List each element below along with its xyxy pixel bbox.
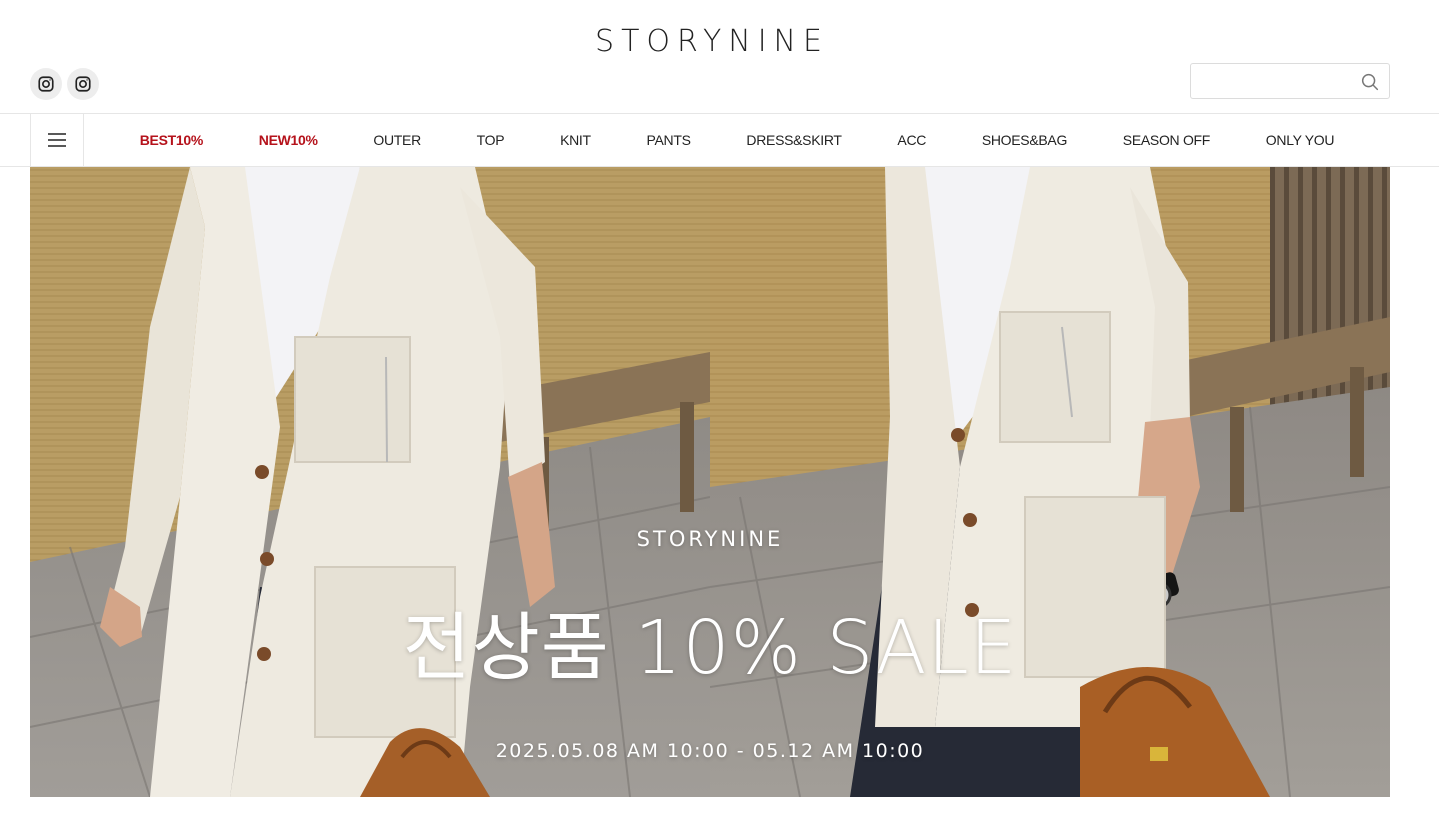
instagram-icon xyxy=(38,76,54,92)
menu-button[interactable] xyxy=(30,114,84,166)
banner-photo-right xyxy=(710,167,1390,797)
social-links xyxy=(30,68,99,100)
instagram-icon xyxy=(75,76,91,92)
nav-item-season-off[interactable]: SEASON OFF xyxy=(1123,132,1211,148)
site-header: STORYNINE xyxy=(0,0,1439,113)
hamburger-menu-icon xyxy=(48,133,66,147)
nav-item-pants[interactable]: PANTS xyxy=(647,132,691,148)
site-logo[interactable]: STORYNINE xyxy=(0,24,1424,59)
instagram-link[interactable] xyxy=(67,68,99,100)
nav-item-knit[interactable]: KNIT xyxy=(560,132,591,148)
nav-item-shoes-bag[interactable]: SHOES&BAG xyxy=(982,132,1068,148)
banner-photo-left xyxy=(30,167,710,797)
search-box xyxy=(1190,63,1390,99)
banner-brand: STORYNINE xyxy=(636,527,784,551)
main-nav: BEST10% NEW10% OUTER TOP KNIT PANTS DRES… xyxy=(0,113,1439,167)
nav-item-acc[interactable]: ACC xyxy=(897,132,926,148)
category-list: BEST10% NEW10% OUTER TOP KNIT PANTS DRES… xyxy=(84,114,1390,166)
nav-item-only-you[interactable]: ONLY YOU xyxy=(1266,132,1335,148)
nav-item-best[interactable]: BEST10% xyxy=(140,132,204,148)
nav-item-new[interactable]: NEW10% xyxy=(259,132,318,148)
banner-date: 2025.05.08 AM 10:00 - 05.12 AM 10:00 xyxy=(495,740,925,762)
nav-item-outer[interactable]: OUTER xyxy=(373,132,421,148)
nav-item-dress-skirt[interactable]: DRESS&SKIRT xyxy=(746,132,842,148)
search-icon[interactable] xyxy=(1359,71,1381,93)
banner-title: 전상품 10% SALE xyxy=(402,605,1018,691)
instagram-link[interactable] xyxy=(30,68,62,100)
main-banner[interactable]: STORYNINE 전상품 10% SALE 2025.05.08 AM 10:… xyxy=(30,167,1390,797)
nav-item-top[interactable]: TOP xyxy=(477,132,505,148)
search-input[interactable] xyxy=(1199,70,1349,92)
